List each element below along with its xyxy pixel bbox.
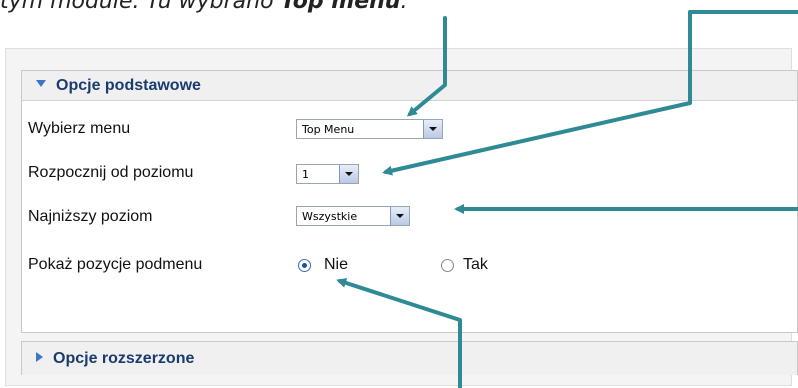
menu-select[interactable]: Top Menu xyxy=(296,119,443,139)
caption-text-end: . xyxy=(400,0,408,14)
menu-select-value: Top Menu xyxy=(302,123,355,136)
basic-options-title: Opcje podstawowe xyxy=(56,77,201,94)
chevron-down-icon xyxy=(396,214,404,218)
menu-dropdown-button[interactable] xyxy=(423,120,442,138)
end-level-select-value: Wszystkie xyxy=(302,210,358,223)
end-level-select[interactable]: Wszystkie xyxy=(296,206,410,226)
start-level-select[interactable]: 1 xyxy=(296,164,359,184)
caption-text-main: tym module. Tu wybrano xyxy=(0,0,281,14)
start-level-dropdown-button[interactable] xyxy=(339,165,358,183)
advanced-options-panel: Opcje rozszerzone xyxy=(21,341,798,375)
end-level-label: Najniższy poziom xyxy=(28,208,153,225)
start-level-select-value: 1 xyxy=(302,168,309,181)
submenu-radio-nie-label[interactable]: Nie xyxy=(324,256,348,274)
show-submenu-label: Pokaż pozycje podmenu xyxy=(28,256,203,273)
chevron-down-icon xyxy=(429,127,437,131)
advanced-options-title: Opcje rozszerzone xyxy=(53,350,195,367)
end-level-dropdown-button[interactable] xyxy=(390,207,409,225)
advanced-options-header[interactable]: Opcje rozszerzone xyxy=(22,342,797,375)
submenu-radio-nie[interactable] xyxy=(298,259,311,272)
submenu-radio-tak-label[interactable]: Tak xyxy=(463,256,488,274)
chevron-down-icon xyxy=(345,172,353,176)
collapsed-triangle-icon xyxy=(36,351,43,362)
caption-text-bold: Top menu xyxy=(280,0,401,14)
basic-options-panel: Opcje podstawowe xyxy=(21,70,798,333)
menu-label: Wybierz menu xyxy=(28,120,131,137)
start-level-label: Rozpocznij od poziomu xyxy=(28,164,194,181)
basic-options-header[interactable]: Opcje podstawowe xyxy=(22,71,797,101)
submenu-radio-tak[interactable] xyxy=(441,259,454,272)
expanded-triangle-icon xyxy=(36,80,46,88)
caption-text: tym module. Tu wybrano Top menu. xyxy=(0,0,798,18)
